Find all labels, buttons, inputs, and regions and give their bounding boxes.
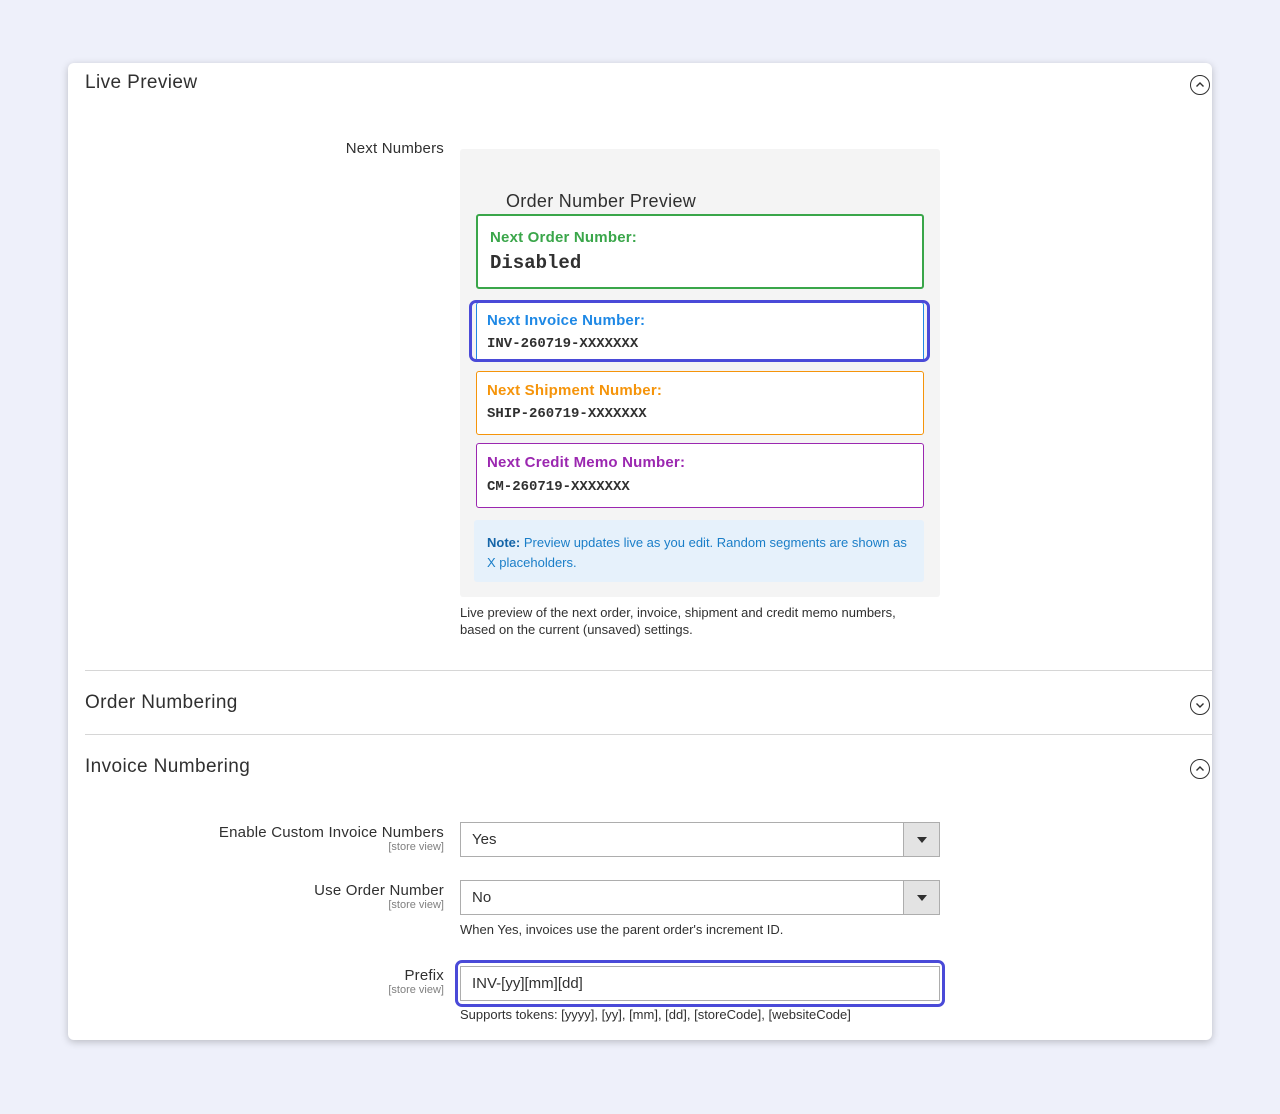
prefix-scope: [store view] — [388, 984, 444, 996]
prefix-label: Prefix — [404, 967, 444, 984]
use-order-number-value: No — [472, 889, 492, 906]
next-numbers-label: Next Numbers — [345, 140, 444, 157]
next-invoice-number-label: Next Invoice Number: — [487, 312, 646, 329]
preview-title: Order Number Preview — [506, 191, 697, 211]
live-preview-help-line2: based on the current (unsaved) settings. — [460, 622, 693, 637]
use-order-number-help: When Yes, invoices use the parent order'… — [460, 922, 784, 937]
use-order-number-label: Use Order Number — [314, 882, 444, 899]
order-number-preview-panel: Order Number Preview Next Order Number: … — [460, 149, 940, 597]
use-order-number-scope: [store view] — [388, 899, 444, 911]
next-order-number-value: Disabled — [490, 252, 582, 274]
enable-custom-invoice-value: Yes — [472, 831, 497, 848]
preview-note: Note: Preview updates live as you edit. … — [474, 520, 924, 582]
next-shipment-number-box: Next Shipment Number: SHIP-260719-XXXXXX… — [476, 371, 924, 435]
note-text: Preview updates live as you edit. Random… — [487, 535, 907, 570]
enable-custom-invoice-label: Enable Custom Invoice Numbers — [218, 824, 444, 841]
next-invoice-number-box: Next Invoice Number: INV-260719-XXXXXXX — [476, 302, 924, 362]
expand-icon[interactable] — [1190, 695, 1210, 715]
next-credit-memo-number-box: Next Credit Memo Number: CM-260719-XXXXX… — [476, 443, 924, 508]
next-shipment-number-value: SHIP-260719-XXXXXXX — [487, 406, 647, 422]
divider — [85, 734, 1212, 735]
invoice-numbering-title[interactable]: Invoice Numbering — [85, 756, 250, 778]
next-credit-memo-number-value: CM-260719-XXXXXXX — [487, 479, 630, 495]
order-numbering-title[interactable]: Order Numbering — [85, 692, 238, 714]
enable-custom-invoice-select[interactable]: Yes — [460, 822, 940, 857]
live-preview-title[interactable]: Live Preview — [85, 72, 198, 94]
collapse-icon[interactable] — [1190, 75, 1210, 95]
next-order-number-box: Next Order Number: Disabled — [476, 214, 924, 289]
live-preview-help: Live preview of the next order, invoice,… — [460, 604, 896, 638]
next-order-number-label: Next Order Number: — [490, 229, 637, 246]
dropdown-arrow-icon[interactable] — [903, 823, 939, 856]
next-shipment-number-label: Next Shipment Number: — [487, 382, 663, 399]
dropdown-arrow-icon[interactable] — [903, 881, 939, 914]
prefix-input[interactable] — [460, 966, 940, 1001]
next-credit-memo-number-label: Next Credit Memo Number: — [487, 454, 686, 471]
next-invoice-number-value: INV-260719-XXXXXXX — [487, 336, 639, 352]
divider — [85, 670, 1212, 671]
collapse-icon[interactable] — [1190, 759, 1210, 779]
use-order-number-select[interactable]: No — [460, 880, 940, 915]
live-preview-help-line1: Live preview of the next order, invoice,… — [460, 605, 896, 620]
note-label: Note: — [487, 535, 521, 550]
prefix-help: Supports tokens: [yyyy], [yy], [mm], [dd… — [460, 1007, 851, 1022]
config-card: Live Preview Next Numbers Order Number P… — [68, 63, 1212, 1040]
enable-custom-invoice-scope: [store view] — [388, 841, 444, 853]
